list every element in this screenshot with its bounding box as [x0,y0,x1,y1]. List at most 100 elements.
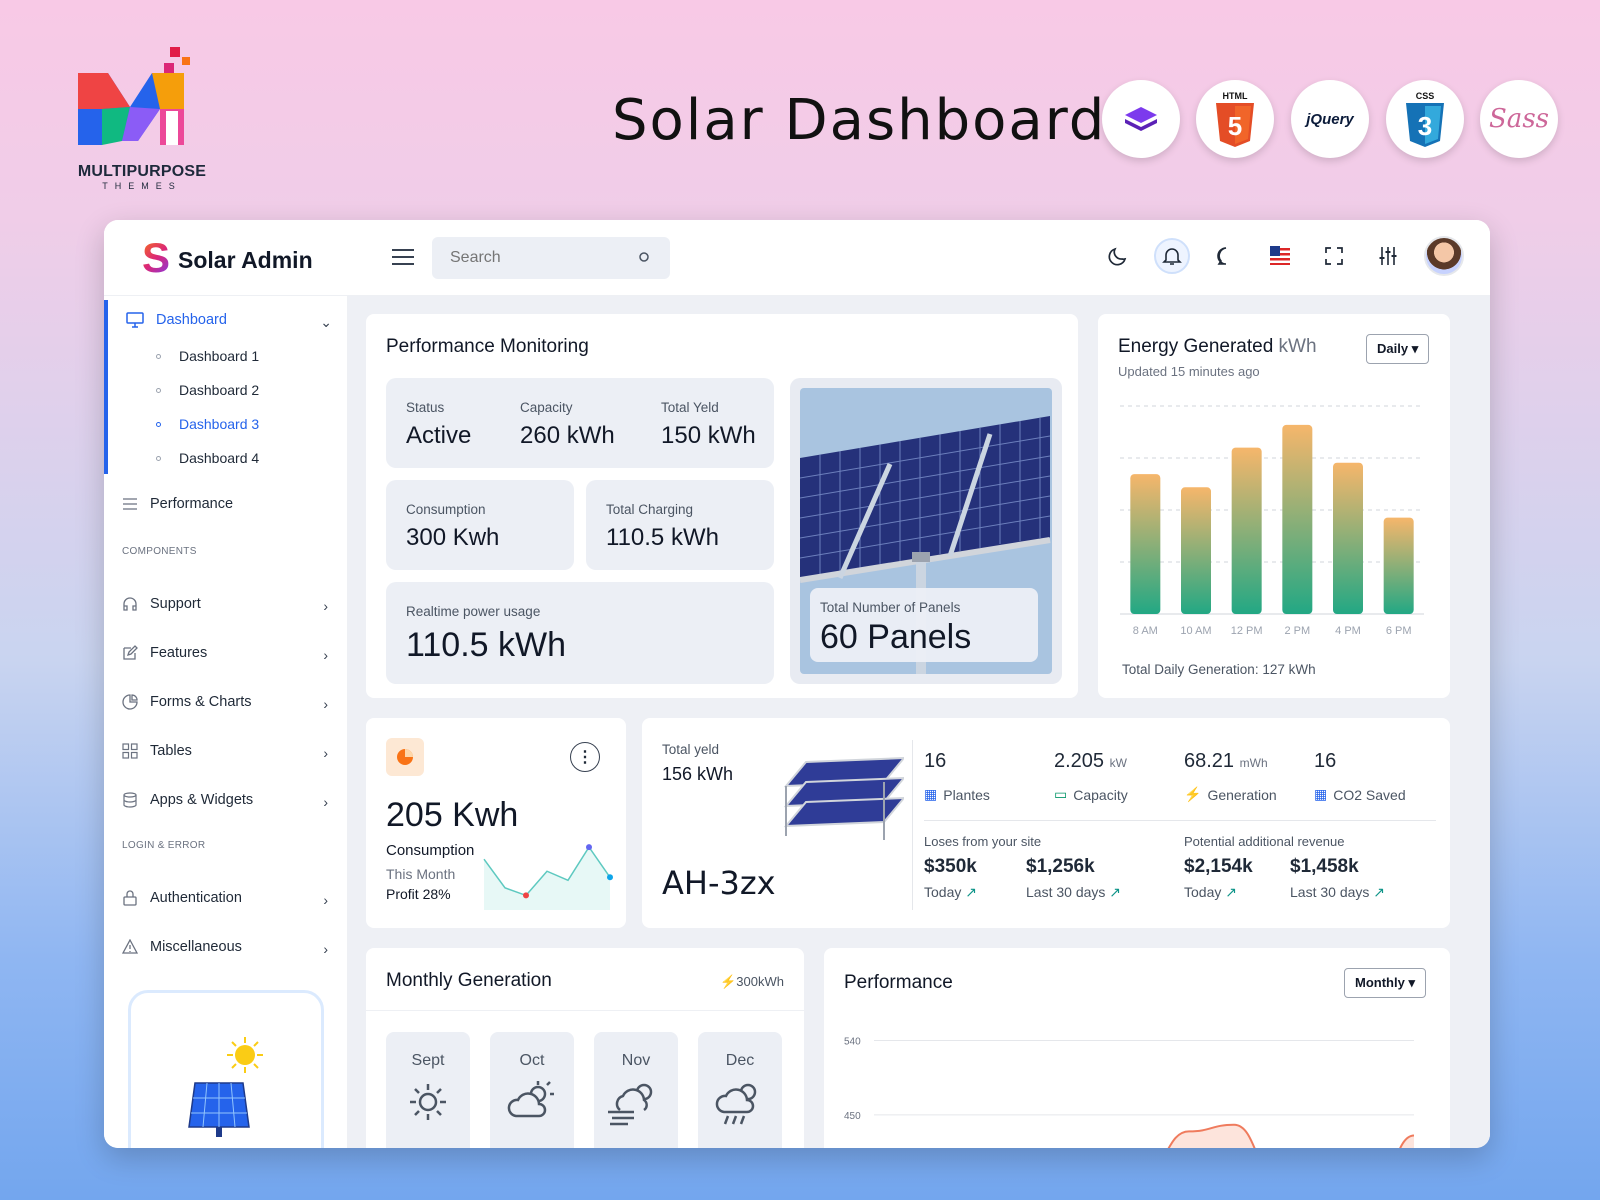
sidebar-sub-dashboard-1[interactable]: Dashboard 1 [156,348,259,364]
updated-text: Updated 15 minutes ago [1118,364,1260,379]
period-dropdown[interactable]: Daily ▾ [1366,334,1430,364]
more-options-icon[interactable]: ⋮ [570,742,600,772]
sass-icon: Sass [1489,104,1549,134]
consumption-tile: Consumption 300 Kwh [386,480,574,570]
divider [924,820,1436,821]
bar[interactable] [1333,462,1363,614]
notifications-button[interactable] [1154,238,1190,274]
performance-area-chart: 540450360 [844,1037,1415,1148]
sidebar-sub-dashboard-3[interactable]: Dashboard 3 [156,416,259,432]
sidebar-item-authentication[interactable]: Authentication › [122,890,328,908]
sidebar-item-performance[interactable]: Performance [122,496,328,512]
bar[interactable] [1231,447,1262,614]
money-period: Last 30 days ↗ [1026,884,1121,901]
main-content: Performance Monitoring Status Active Cap… [348,296,1490,1148]
panels-value: 60 Panels [820,618,972,656]
sidebar-item-miscellaneous[interactable]: Miscellaneous › [122,939,328,957]
co2-stat: 16 [1314,750,1336,773]
energy-title: Energy Generated [1118,336,1274,357]
battery-icon: ▭ [1054,786,1068,802]
chevron-right-icon: › [323,745,328,761]
bar[interactable] [1130,474,1161,614]
messages-button[interactable] [1208,238,1244,274]
daily-total: Total Daily Generation: 127 kWh [1122,662,1316,677]
month-tile-dec[interactable]: Dec [698,1032,782,1148]
settings-button[interactable] [1370,238,1406,274]
x-tick-label: 2 PM [1284,625,1310,637]
sidebar-sub-dashboard-2[interactable]: Dashboard 2 [156,382,259,398]
user-avatar[interactable] [1424,236,1464,276]
sidebar-item-label: Features [150,645,208,661]
period-label: Last 30 days [1026,884,1106,900]
search-input[interactable] [450,249,620,267]
fullscreen-icon [1325,247,1343,265]
sidebar-item-forms-charts[interactable]: Forms & Charts › [122,694,328,712]
fullscreen-button[interactable] [1316,238,1352,274]
html5-icon: HTML 5 [1216,91,1254,147]
sidebar-item-apps-widgets[interactable]: Apps & Widgets › [122,792,328,810]
sidebar-item-features[interactable]: Features › [122,645,328,663]
sparkline-area [484,847,610,910]
charging-value: 110.5 kWh [606,524,719,551]
sidebar-item-tables[interactable]: Tables › [122,743,328,761]
performance-monitoring-card: Performance Monitoring Status Active Cap… [366,314,1078,698]
grid-icon [122,743,138,759]
status-value: Active [406,422,472,449]
generation-stat: 68.21 mWh [1184,750,1268,773]
x-tick-label: 4 PM [1335,625,1361,637]
trend-up-icon: ↗ [965,884,977,900]
sidebar-item-support[interactable]: Support › [122,596,328,614]
money-value: $350k [924,856,977,877]
x-tick-label: 10 AM [1180,625,1211,637]
stat-unit: kW [1109,756,1127,770]
performance-chart-card: Performance Monthly ▾ 540450360 [824,948,1450,1148]
app-logo[interactable]: S Solar Admin [142,237,313,279]
solar-panel-sun-icon [188,1037,263,1137]
yield-value: 156 kWh [662,764,734,784]
brand-subtitle: THEMES [102,181,182,191]
bar[interactable] [1181,487,1211,614]
month-tile-sept[interactable]: Sept [386,1032,470,1148]
sliders-icon [1379,247,1397,265]
active-indicator [104,300,108,474]
lock-icon [123,890,137,906]
period-label: Today [1184,884,1222,900]
chevron-right-icon: › [323,794,328,810]
chat-icon [1217,247,1227,265]
area-fill [1168,1124,1414,1148]
bar[interactable] [1383,517,1414,614]
svg-text:3: 3 [1418,111,1432,141]
yield-label: Total yeld [662,742,720,757]
list-icon [123,498,137,510]
search-icon[interactable] [638,251,652,265]
dark-mode-button[interactable] [1100,238,1136,274]
warning-icon [122,939,138,954]
chevron-right-icon: › [323,892,328,908]
card-title: Performance Monitoring [386,336,589,357]
language-button[interactable] [1262,238,1298,274]
trend-up-icon: ↗ [1373,884,1386,900]
partly-cloudy-icon [507,1081,554,1118]
bullet-icon [156,387,161,393]
month-tile-nov[interactable]: Nov [594,1032,678,1148]
sidebar-sub-dashboard-4[interactable]: Dashboard 4 [156,450,259,466]
menu-toggle-icon[interactable] [392,248,414,266]
period-dropdown[interactable]: Monthly ▾ [1344,968,1426,998]
search-box[interactable] [432,237,670,279]
y-tick-label: 450 [844,1111,861,1122]
status-tile: Status Active Capacity 260 kWh Total Yel… [386,378,774,468]
sparkline-point [523,892,529,899]
database-icon [123,792,137,808]
month-tile-oct[interactable]: Oct [490,1032,574,1148]
panels-tile: Total Number of Panels 60 Panels [790,378,1062,684]
logo-text: Solar Admin [178,246,313,273]
stat-label: Capacity [1073,786,1128,803]
css-label: CSS [1416,91,1435,101]
css3-icon: CSS 3 [1406,91,1444,147]
card-title: Performance [844,972,953,993]
bar[interactable] [1282,424,1313,614]
sidebar-item-label: Support [150,596,201,612]
consumption-card: ⋮ 205 Kwh Consumption This Month Profit … [366,718,626,928]
sidebar-item-dashboard[interactable]: Dashboard ⌄ [126,312,332,330]
bootstrap-icon [1125,107,1157,131]
